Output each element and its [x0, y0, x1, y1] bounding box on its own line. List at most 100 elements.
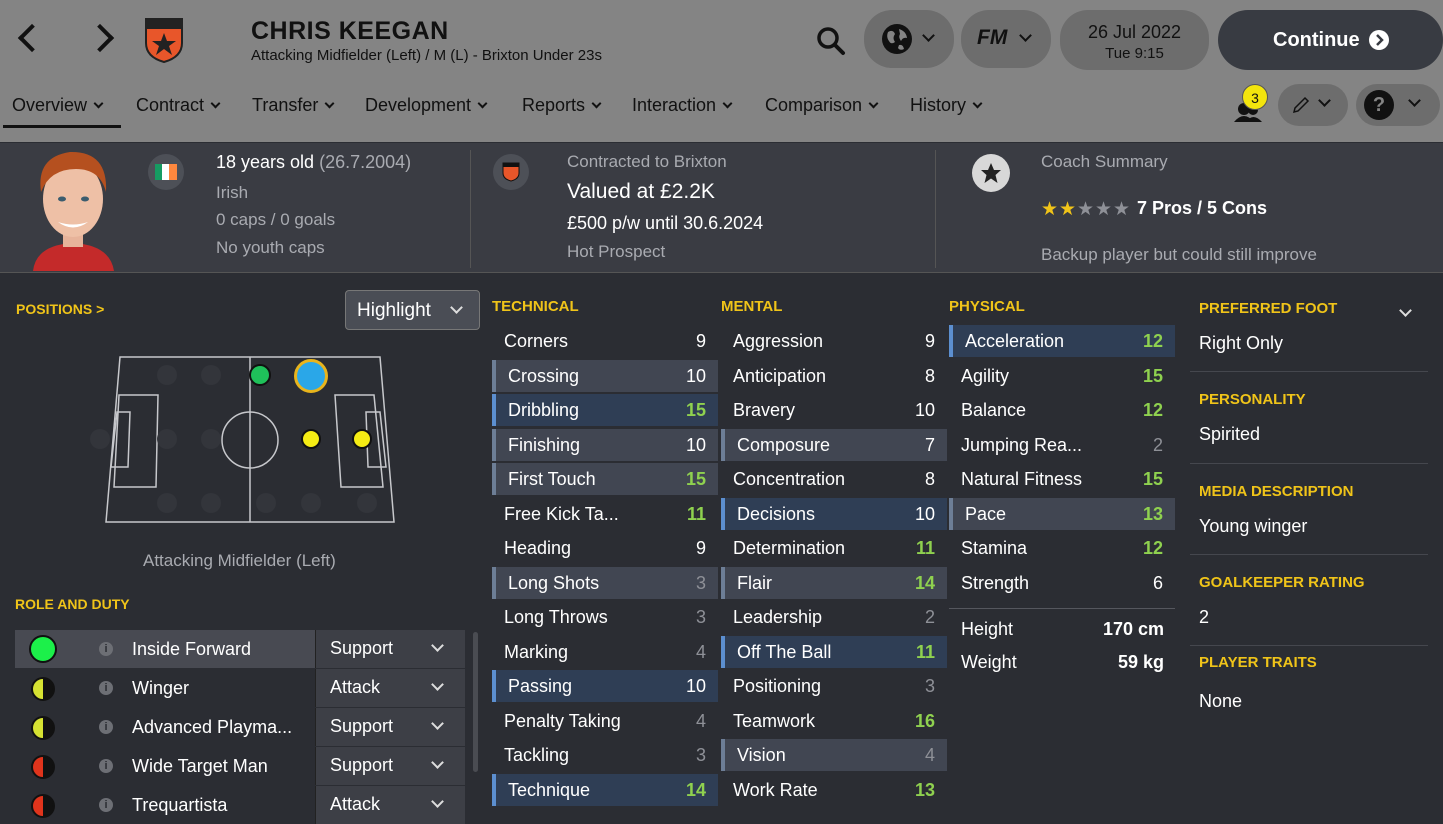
mental-attr-row[interactable]: Vision 4 [721, 739, 947, 771]
technical-attr-row[interactable]: Heading 9 [492, 532, 718, 564]
continue-button[interactable]: Continue [1218, 10, 1443, 70]
technical-attr-row[interactable]: Long Throws 3 [492, 601, 718, 633]
mental-attr-row[interactable]: Aggression 9 [721, 325, 947, 357]
mental-attr-row[interactable]: Positioning 3 [721, 670, 947, 702]
physical-attr-row[interactable]: Strength 6 [949, 567, 1175, 599]
mental-attr-row[interactable]: Anticipation 8 [721, 360, 947, 392]
chevron-down-icon [591, 98, 602, 109]
physical-attr-row[interactable]: Jumping Rea... 2 [949, 429, 1175, 461]
player-value: Valued at £2.2K [567, 180, 715, 203]
technical-attr-row[interactable]: Crossing 10 [492, 359, 718, 392]
search-icon[interactable] [815, 25, 847, 57]
attr-value: 14 [685, 779, 706, 800]
attr-name: Long Shots [508, 572, 600, 593]
chevron-down-icon [431, 717, 444, 730]
fm-menu-dropdown[interactable]: FM [961, 10, 1051, 68]
info-icon[interactable]: i [99, 642, 113, 656]
technical-attr-row[interactable]: Finishing 10 [492, 428, 718, 461]
role-suitability-icon [31, 716, 55, 740]
attr-value: 6 [1152, 572, 1163, 593]
physical-attr-row[interactable]: Natural Fitness 15 [949, 463, 1175, 495]
role-name: Inside Forward [132, 639, 252, 659]
duty-dropdown[interactable]: Support [315, 630, 465, 668]
physical-attr-row[interactable]: Agility 15 [949, 360, 1175, 392]
coach-star-rating: ★ ★ ★ ★ ★ [1041, 199, 1141, 220]
mental-attr-row[interactable]: Leadership 2 [721, 601, 947, 633]
info-icon[interactable]: i [99, 681, 113, 695]
info-icon[interactable]: i [99, 759, 113, 773]
mental-attr-row[interactable]: Off The Ball 11 [721, 635, 947, 668]
position-marker-amc [301, 429, 321, 449]
physical-attr-row[interactable]: Balance 12 [949, 394, 1175, 426]
technical-attr-row[interactable]: Marking 4 [492, 636, 718, 668]
attr-value: 11 [915, 538, 935, 558]
tab-comparison[interactable]: Comparison [765, 95, 879, 116]
player-subtitle: Attacking Midfielder (Left) / M (L) - Br… [251, 47, 602, 64]
highlight-dropdown[interactable]: Highlight [345, 290, 480, 330]
tab-transfer[interactable]: Transfer [252, 95, 335, 116]
roles-scrollbar[interactable] [473, 632, 478, 772]
duty-dropdown[interactable]: Attack [315, 669, 465, 707]
physical-attr-row[interactable]: Stamina 12 [949, 532, 1175, 564]
technical-attr-row[interactable]: Corners 9 [492, 325, 718, 357]
help-dropdown[interactable]: ? [1356, 84, 1440, 126]
youth-caps-text: No youth caps [216, 238, 325, 257]
world-dropdown[interactable] [864, 10, 954, 68]
mental-attr-row[interactable]: Concentration 8 [721, 463, 947, 495]
status-text: Hot Prospect [567, 242, 666, 261]
info-icon[interactable]: i [99, 720, 113, 734]
edit-dropdown[interactable] [1278, 84, 1348, 126]
attr-name: Dribbling [508, 400, 580, 420]
chevron-down-icon [922, 29, 935, 42]
technical-attr-row[interactable]: Free Kick Ta... 11 [492, 498, 718, 530]
mental-attr-row[interactable]: Composure 7 [721, 428, 947, 461]
technical-attr-row[interactable]: Tackling 3 [492, 739, 718, 771]
mental-attr-row[interactable]: Teamwork 16 [721, 705, 947, 737]
mental-attr-row[interactable]: Flair 14 [721, 566, 947, 599]
duty-label: Attack [330, 677, 381, 697]
technical-attr-row[interactable]: First Touch 15 [492, 463, 718, 495]
technical-attr-row[interactable]: Technique 14 [492, 773, 718, 806]
notifications-button[interactable]: 3 [1228, 84, 1270, 126]
player-name: CHRIS KEEGAN [251, 17, 449, 45]
mental-attr-row[interactable]: Bravery 10 [721, 394, 947, 426]
duty-dropdown[interactable]: Support [315, 708, 465, 746]
attr-name: Stamina [961, 538, 1028, 558]
tab-interaction[interactable]: Interaction [632, 95, 733, 116]
positions-title[interactable]: POSITIONS > [16, 301, 104, 317]
pros-cons-text[interactable]: 7 Pros / 5 Cons [1137, 198, 1267, 219]
role-row[interactable]: i Trequartista Attack [15, 786, 465, 824]
tab-overview[interactable]: Overview [12, 95, 104, 116]
attr-name: Composure [737, 434, 831, 455]
tab-history[interactable]: History [910, 95, 983, 116]
mental-attr-row[interactable]: Determination 11 [721, 532, 947, 564]
physical-attr-row[interactable]: Pace 13 [949, 497, 1175, 530]
attr-name: Determination [733, 538, 846, 558]
technical-attr-row[interactable]: Dribbling 15 [492, 394, 718, 426]
star-icon: ★ [1095, 199, 1113, 220]
chevron-down-icon[interactable] [1399, 304, 1412, 317]
contracted-text: Contracted to Brixton [567, 152, 727, 171]
attr-value: 3 [695, 607, 706, 627]
role-row[interactable]: i Winger Attack [15, 669, 465, 707]
physical-attr-row[interactable]: Acceleration 12 [949, 325, 1175, 357]
mental-attr-row[interactable]: Decisions 10 [721, 497, 947, 530]
tab-reports[interactable]: Reports [522, 95, 602, 116]
attr-value: 16 [914, 710, 935, 731]
info-icon[interactable]: i [99, 798, 113, 812]
date-display[interactable]: 26 Jul 2022 Tue 9:15 [1060, 10, 1209, 70]
technical-attr-row[interactable]: Long Shots 3 [492, 566, 718, 599]
technical-attr-row[interactable]: Passing 10 [492, 670, 718, 702]
role-row[interactable]: i Wide Target Man Support [15, 747, 465, 785]
role-row[interactable]: i Advanced Playma... Support [15, 708, 465, 746]
duty-dropdown[interactable]: Support [315, 747, 465, 785]
duty-label: Attack [330, 794, 381, 814]
tab-contract[interactable]: Contract [136, 95, 221, 116]
tab-development[interactable]: Development [365, 95, 488, 116]
mental-attr-row[interactable]: Work Rate 13 [721, 774, 947, 806]
duty-dropdown[interactable]: Attack [315, 786, 465, 824]
role-row[interactable]: i Inside Forward Support [15, 630, 465, 668]
weight-label: Weight [961, 652, 1017, 672]
technical-attr-row[interactable]: Penalty Taking 4 [492, 705, 718, 737]
role-name: Advanced Playma... [132, 717, 293, 737]
